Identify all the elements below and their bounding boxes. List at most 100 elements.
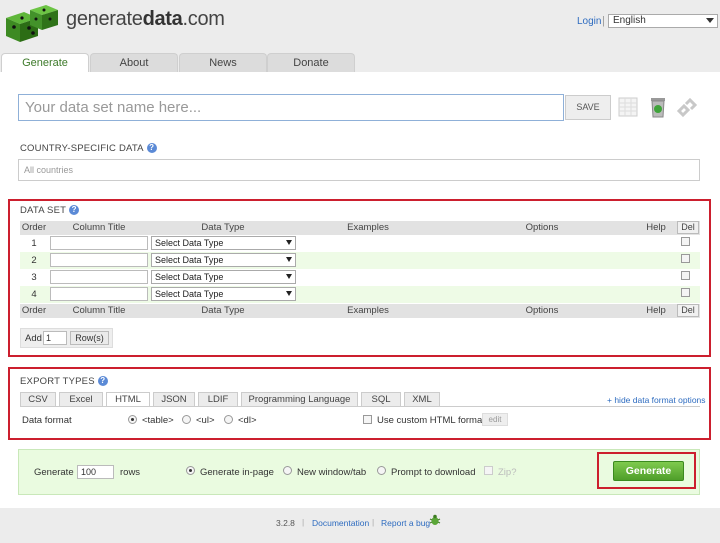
export-tab-sql[interactable]: SQL <box>361 392 401 406</box>
add-count-input[interactable]: 1 <box>43 331 67 345</box>
export-tab-csv[interactable]: CSV <box>20 392 56 406</box>
col-examples-header: Examples <box>347 305 389 316</box>
format-ul-radio[interactable] <box>182 415 191 424</box>
link-icon[interactable] <box>675 95 699 119</box>
dataset-section-label: DATA SET? <box>20 205 80 216</box>
col-title-header: Column Title <box>72 305 126 316</box>
col-title-header: Column Title <box>72 222 126 233</box>
country-select[interactable]: All countries <box>18 159 700 181</box>
data-type-select[interactable]: Select Data Type <box>151 236 296 250</box>
bug-icon[interactable] <box>429 514 441 526</box>
dataset-header-row: Order Column Title Data Type Examples Op… <box>20 221 700 235</box>
export-tab-html[interactable]: HTML <box>106 392 150 407</box>
export-tab-programming-language[interactable]: Programming Language <box>241 392 358 406</box>
site-name[interactable]: generatedata.com <box>66 8 225 31</box>
col-examples-header: Examples <box>347 222 389 233</box>
add-rows-button[interactable]: Row(s) <box>70 331 109 345</box>
language-select[interactable]: English <box>608 14 718 28</box>
col-order-header: Order <box>21 305 47 316</box>
add-label: Add <box>25 333 42 344</box>
format-table-label: <table> <box>142 415 174 426</box>
format-dl-label: <dl> <box>238 415 257 426</box>
delete-checkbox[interactable] <box>681 237 690 246</box>
generate-button[interactable]: Generate <box>613 461 684 481</box>
delete-button[interactable]: Del <box>677 221 699 234</box>
format-ul-label: <ul> <box>196 415 215 426</box>
help-icon[interactable]: ? <box>69 205 80 216</box>
row-order: 4 <box>31 289 37 300</box>
country-section-label: COUNTRY-SPECIFIC DATA? <box>20 143 157 154</box>
generate-in-page-label: Generate in-page <box>200 467 274 478</box>
new-window-label: New window/tab <box>297 467 367 478</box>
row-order: 3 <box>31 272 37 283</box>
header-separator: | <box>602 15 605 27</box>
col-type-header: Data Type <box>201 305 245 316</box>
delete-button[interactable]: Del <box>677 304 699 317</box>
rows-count-input[interactable]: 100 <box>77 465 114 479</box>
edit-button[interactable]: edit <box>482 413 508 426</box>
data-type-select[interactable]: Select Data Type <box>151 253 296 267</box>
custom-html-label: Use custom HTML format <box>377 415 485 426</box>
column-title-input[interactable] <box>50 270 148 284</box>
table-row: 4 Select Data Type <box>20 286 700 303</box>
export-section-label: EXPORT TYPES? <box>20 376 108 387</box>
hide-format-options-link[interactable]: + hide data format options <box>607 395 706 405</box>
zip-checkbox[interactable] <box>484 466 493 475</box>
recycle-bin-icon[interactable] <box>646 95 670 119</box>
tab-about[interactable]: About <box>90 53 178 73</box>
dice-logo-icon[interactable] <box>4 4 60 44</box>
header: generatedata.com Login | English <box>0 0 720 50</box>
add-rows-bar: Add 1 Row(s) <box>20 328 113 348</box>
format-dl-radio[interactable] <box>224 415 233 424</box>
table-row: 2 Select Data Type <box>20 252 700 269</box>
col-order-header: Order <box>21 222 47 233</box>
report-bug-link[interactable]: Report a bug <box>381 518 430 528</box>
rows-label: rows <box>120 467 141 478</box>
column-title-input[interactable] <box>50 253 148 267</box>
col-help-header: Help <box>646 305 666 316</box>
login-link[interactable]: Login <box>577 16 601 27</box>
help-icon[interactable]: ? <box>146 143 157 154</box>
export-tab-ldif[interactable]: LDIF <box>198 392 238 406</box>
version-label: 3.2.8 <box>276 518 295 528</box>
data-type-select[interactable]: Select Data Type <box>151 270 296 284</box>
col-options-header: Options <box>525 222 559 233</box>
tab-news[interactable]: News <box>179 53 267 73</box>
export-tab-excel[interactable]: Excel <box>59 392 103 406</box>
tab-donate[interactable]: Donate <box>267 53 355 73</box>
help-icon[interactable]: ? <box>97 376 108 387</box>
chevron-down-icon <box>286 240 292 245</box>
table-row: 1 Select Data Type <box>20 235 700 252</box>
data-format-label: Data format <box>22 415 72 426</box>
chevron-down-icon <box>286 257 292 262</box>
new-window-radio[interactable] <box>283 466 292 475</box>
chevron-down-icon <box>706 18 714 23</box>
footer-separator: | <box>302 517 305 527</box>
zip-label: Zip? <box>498 467 517 478</box>
generate-in-page-radio[interactable] <box>186 466 195 475</box>
column-title-input[interactable] <box>50 236 148 250</box>
delete-checkbox[interactable] <box>681 254 690 263</box>
main-panel: Your data set name here... SAVE COUNTRY-… <box>0 72 720 508</box>
export-tab-json[interactable]: JSON <box>153 392 195 406</box>
delete-checkbox[interactable] <box>681 288 690 297</box>
footer-separator: | <box>372 517 375 527</box>
prompt-download-radio[interactable] <box>377 466 386 475</box>
col-help-header: Help <box>646 222 666 233</box>
footer: 3.2.8 | Documentation | Report a bug <box>0 508 720 543</box>
save-button[interactable]: SAVE <box>565 95 611 120</box>
generate-label: Generate <box>34 467 74 478</box>
export-tab-xml[interactable]: XML <box>404 392 440 406</box>
tab-generate[interactable]: Generate <box>1 53 89 74</box>
format-table-radio[interactable] <box>128 415 137 424</box>
row-order: 2 <box>31 255 37 266</box>
column-title-input[interactable] <box>50 287 148 301</box>
spreadsheet-icon[interactable] <box>616 95 640 119</box>
delete-checkbox[interactable] <box>681 271 690 280</box>
chevron-down-icon <box>286 274 292 279</box>
documentation-link[interactable]: Documentation <box>312 518 369 528</box>
custom-html-checkbox[interactable] <box>363 415 372 424</box>
dataset-name-input[interactable]: Your data set name here... <box>18 94 564 121</box>
data-type-select[interactable]: Select Data Type <box>151 287 296 301</box>
col-options-header: Options <box>525 305 559 316</box>
